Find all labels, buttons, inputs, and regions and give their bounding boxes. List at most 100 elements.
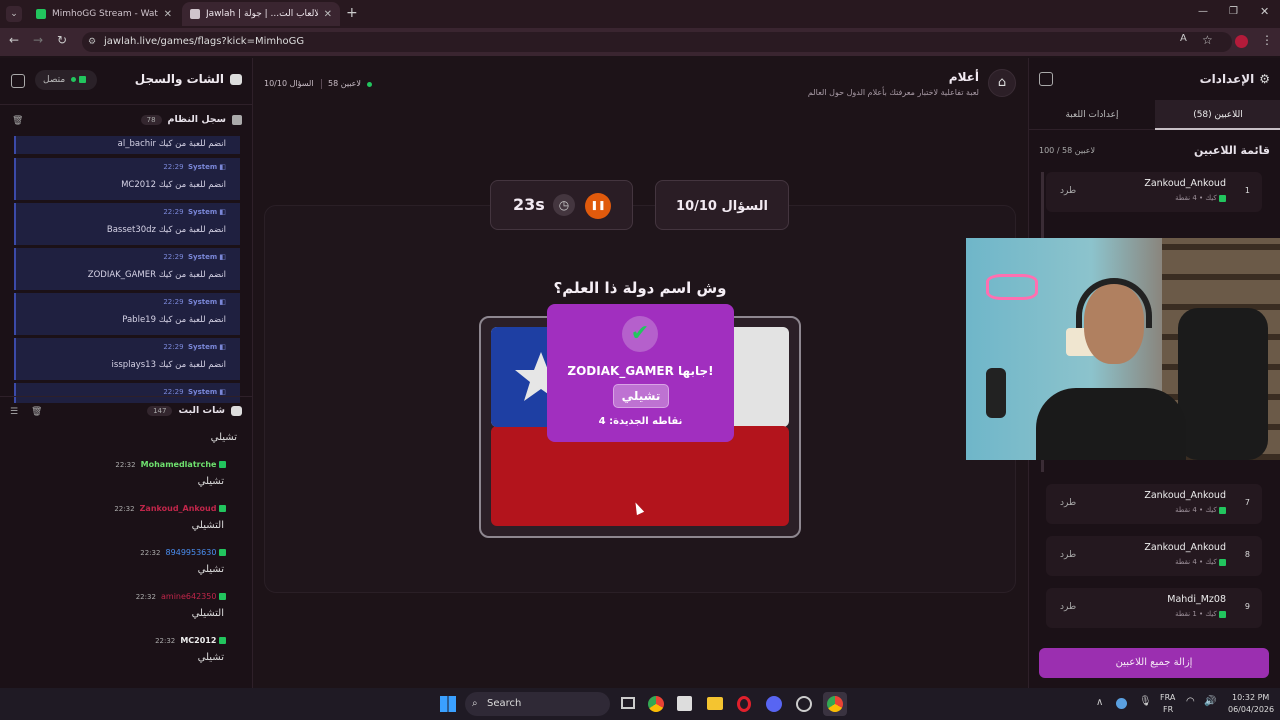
taskbar-search[interactable]: ⌕ Search <box>465 692 610 716</box>
tab-players[interactable]: اللاعبين (58) <box>1155 100 1280 130</box>
online-dot <box>367 82 372 87</box>
chat-list: تشيلي 22:32 Mohamedlatrche تشيلي 22:32 Z… <box>0 428 253 686</box>
home-button[interactable]: ⌂ <box>988 69 1016 97</box>
chat-bubble-icon <box>231 405 242 416</box>
address-toolbar: ← → ↻ ⚙ jawlah.live/games/flags?kick=Mim… <box>0 28 1280 56</box>
forward-icon[interactable]: → <box>33 33 43 47</box>
question-text: وش اسم دولة ذا العلم؟ <box>553 279 727 297</box>
lang2[interactable]: FR <box>1163 705 1173 714</box>
app-icon[interactable] <box>677 696 692 711</box>
stream-chat-header: 147 شات البث <box>147 405 242 416</box>
connection-status-badge: متصل <box>35 70 97 90</box>
neon-light <box>986 274 1038 300</box>
list-item: 22:29 System ◧ Basset30dz انضم للعبة من ك… <box>14 203 240 245</box>
clock-time[interactable]: 10:32 PM <box>1232 693 1269 702</box>
game-subtitle: لعبة تفاعلية لاختبار معرفتك بأعلام الدول… <box>807 88 979 97</box>
username: 8949953630 <box>165 548 217 557</box>
syslog-title: سجل النظام <box>167 114 226 125</box>
new-points-text: نقاطه الجديدة: 4 <box>598 416 683 427</box>
trash-icon[interactable]: 🗑 <box>31 407 42 417</box>
answer-badge: تشيلي <box>613 384 669 408</box>
collapse-panel-icon[interactable] <box>11 74 25 88</box>
new-tab-button[interactable]: + <box>346 5 358 21</box>
kick-icon <box>36 9 46 19</box>
chair <box>1178 308 1268 460</box>
list-item: 22:29 System ◧ <box>14 383 240 403</box>
settings-title: الإعدادات ⚙ <box>1199 72 1270 86</box>
remove-all-players-button[interactable]: إزالة جميع اللاعبين <box>1039 648 1269 678</box>
tab-search-button[interactable]: ⌄ <box>6 6 22 22</box>
chat-divider <box>0 396 253 397</box>
username: MC2012 <box>180 636 217 645</box>
list-item: al_bachir انضم للعبة من كيك <box>14 136 240 154</box>
expand-panel-icon[interactable] <box>1039 72 1053 86</box>
timer-box: 23s ◷ ❚❚ <box>490 180 633 230</box>
tab-jawlah[interactable]: Jawlah | منصة الألعاب الت... | جولة ✕ <box>182 2 340 26</box>
game-title: أعلام <box>948 70 979 84</box>
back-icon[interactable]: ← <box>9 33 19 47</box>
wifi-icon[interactable]: ◠ <box>1186 696 1195 707</box>
close-window-icon[interactable]: ✕ <box>1260 5 1269 18</box>
translate-icon[interactable]: A <box>1180 33 1187 44</box>
headset <box>1076 278 1152 328</box>
kick-button[interactable]: طرد <box>1060 550 1076 560</box>
tab-title: Jawlah | منصة الألعاب الت... | جولة <box>206 9 318 19</box>
discord-icon[interactable] <box>766 696 782 712</box>
search-icon: ⌕ <box>472 698 478 709</box>
kick-button[interactable]: طرد <box>1060 602 1076 612</box>
menu-kebab-icon[interactable]: ⋮ <box>1261 33 1273 47</box>
chrome-icon[interactable] <box>648 696 664 712</box>
windows-taskbar: ⌕ Search ∧ 🎙 FRA FR ◠ 🔊 10:32 PM 06/04/2… <box>0 688 1280 720</box>
count-badge: 78 <box>140 114 162 125</box>
chat-message: 22:32 Mohamedlatrche تشيلي <box>115 460 226 487</box>
trash-icon[interactable]: 🗑 <box>12 116 23 126</box>
online-dot <box>71 77 77 82</box>
pause-button[interactable]: ❚❚ <box>585 193 611 219</box>
question-box-label: السؤال 10/10 <box>676 199 768 214</box>
file-explorer-icon[interactable] <box>707 697 723 710</box>
question-counter: السؤال 10/10 <box>264 79 314 88</box>
close-tab-icon[interactable]: ✕ <box>324 9 332 20</box>
status-text: متصل <box>43 75 66 85</box>
gear-icon: ⚙ <box>1259 72 1270 86</box>
minimize-icon[interactable]: — <box>1198 6 1208 17</box>
restore-icon[interactable]: ❐ <box>1229 6 1238 17</box>
opera-icon[interactable] <box>737 696 751 712</box>
timer-value: 23s <box>513 195 545 214</box>
check-icon: ✔ <box>622 316 658 352</box>
url-bar[interactable]: ⚙ jawlah.live/games/flags?kick=MimhoGG <box>82 32 1232 52</box>
panel-title: الشات والسجل <box>135 72 242 86</box>
task-view-icon[interactable] <box>621 697 635 709</box>
username: amine642350 <box>161 592 217 601</box>
log-icon <box>232 114 242 125</box>
player-row: Zankoud_Ankoud كيك • 4 نقطة 8 طرد <box>1046 536 1262 576</box>
volume-icon[interactable]: 🔊 <box>1204 696 1216 707</box>
chat-message-text: تشيلي <box>210 432 237 443</box>
clock-icon: ◷ <box>553 194 575 216</box>
person-body <box>1036 388 1186 460</box>
windows-start-icon[interactable] <box>440 696 456 712</box>
chat-message: 22:32 MC2012 تشيلي <box>155 636 226 663</box>
tab-kick-stream[interactable]: MimhoGG Stream - Watch Live ✕ <box>28 2 180 26</box>
tab-title: MimhoGG Stream - Watch Live <box>52 9 158 19</box>
chrome-icon[interactable] <box>827 696 843 712</box>
correct-answer-popup: ✔ ZODIAK_GAMER جابها! تشيلي نقاطه الجديد… <box>547 304 734 442</box>
count-badge: 147 <box>147 405 173 416</box>
chat-bubble-icon <box>230 73 242 85</box>
app-icon[interactable] <box>796 696 812 712</box>
site-info-icon[interactable]: ⚙ <box>88 32 96 52</box>
tray-chevron-icon[interactable]: ∧ <box>1096 697 1103 708</box>
lang1[interactable]: FRA <box>1160 693 1175 702</box>
profile-avatar[interactable] <box>1235 35 1248 48</box>
close-tab-icon[interactable]: ✕ <box>164 9 172 20</box>
microphone-icon[interactable]: 🎙 <box>1139 696 1152 707</box>
reload-icon[interactable]: ↻ <box>57 33 67 47</box>
tab-game-settings[interactable]: إعدادات اللعبة <box>1029 100 1155 130</box>
kick-button[interactable]: طرد <box>1060 498 1076 508</box>
filter-icon[interactable]: ☰ <box>10 407 18 417</box>
kick-button[interactable]: طرد <box>1060 186 1076 196</box>
microphone <box>986 368 1006 418</box>
tray-app-icon[interactable] <box>1116 698 1127 709</box>
bookmark-star-icon[interactable]: ☆ <box>1202 33 1213 47</box>
clock-date[interactable]: 06/04/2026 <box>1228 705 1274 714</box>
